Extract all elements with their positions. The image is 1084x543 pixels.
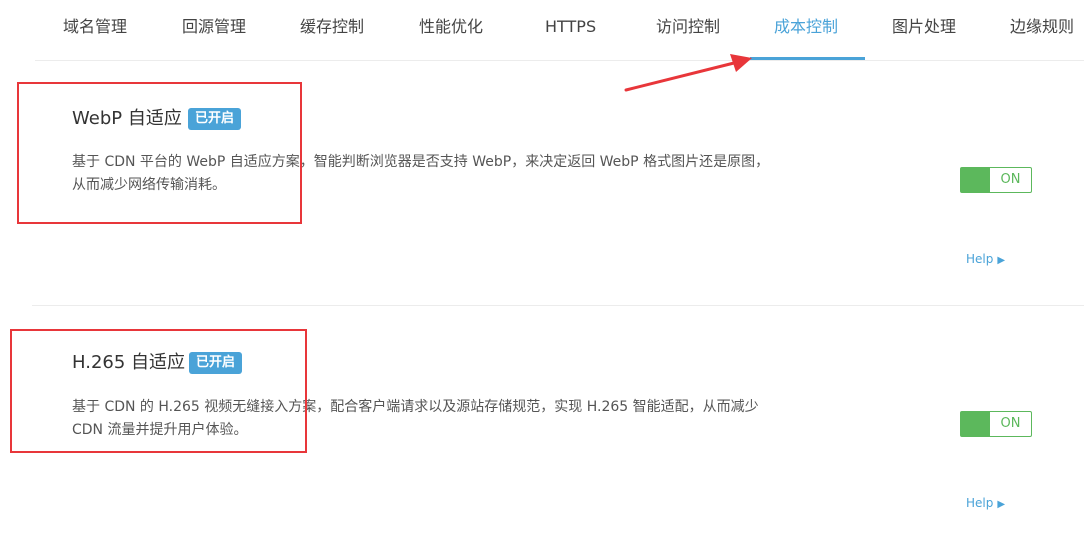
h265-toggle-switch[interactable]: ON (960, 411, 1032, 437)
help-label: Help (966, 496, 994, 510)
toggle-state-label: ON (1000, 416, 1021, 431)
tab-access-control[interactable]: 访问控制 (656, 17, 720, 41)
annotation-highlight-box-webp (17, 82, 302, 224)
help-label: Help (966, 252, 994, 266)
toggle-knob (961, 168, 990, 192)
annotation-arrow-icon (624, 54, 752, 92)
tab-cost-control[interactable]: 成本控制 (774, 17, 838, 41)
play-arrow-icon: ▶ (997, 499, 1006, 510)
toggle-state-label: ON (1000, 172, 1021, 187)
annotation-highlight-box-h265 (10, 329, 307, 453)
tab-domain-management[interactable]: 域名管理 (63, 17, 127, 41)
webp-toggle-switch[interactable]: ON (960, 167, 1032, 193)
tab-image-processing[interactable]: 图片处理 (892, 17, 956, 41)
toggle-knob (961, 412, 990, 436)
tab-https[interactable]: HTTPS (545, 17, 596, 41)
cdn-settings-page: 域名管理 回源管理 缓存控制 性能优化 HTTPS 访问控制 成本控制 图片处理… (0, 0, 1084, 543)
webp-help-link[interactable]: Help ▶ (966, 252, 1005, 266)
tab-bar: 域名管理 回源管理 缓存控制 性能优化 HTTPS 访问控制 成本控制 图片处理… (0, 0, 1084, 61)
h265-help-link[interactable]: Help ▶ (966, 496, 1005, 510)
tab-edge-rules[interactable]: 边缘规则 (1010, 17, 1074, 41)
tab-divider (35, 60, 1084, 61)
tab-performance[interactable]: 性能优化 (419, 17, 483, 41)
tab-cache-control[interactable]: 缓存控制 (300, 17, 364, 41)
tab-origin-management[interactable]: 回源管理 (182, 17, 246, 41)
section-divider (32, 305, 1084, 306)
play-arrow-icon: ▶ (997, 255, 1006, 266)
